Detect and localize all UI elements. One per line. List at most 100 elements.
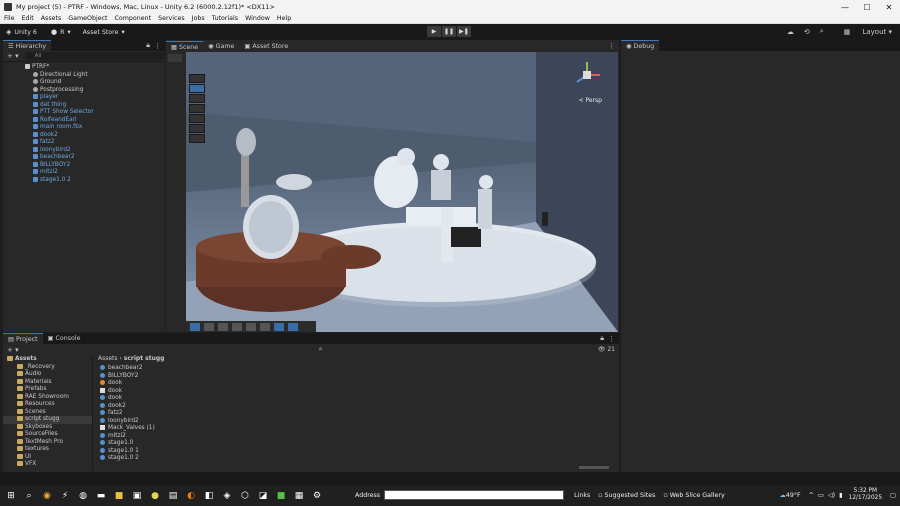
grid-tool-icon[interactable] <box>204 322 214 331</box>
tab-console[interactable]: ▣ Console <box>43 333 86 344</box>
orientation-gizmo[interactable] <box>572 60 602 90</box>
links-label[interactable]: Links <box>574 492 590 499</box>
tab-asset-store[interactable]: ▣ Asset Store <box>239 41 293 52</box>
projection-label[interactable]: < Persp <box>579 97 602 104</box>
menu-assets[interactable]: Assets <box>41 15 62 22</box>
menu-tutorials[interactable]: Tutorials <box>212 15 238 22</box>
hierarchy-item[interactable]: PTT Show Selector <box>33 109 165 117</box>
hierarchy-item[interactable]: loonybird2 <box>33 146 165 155</box>
hierarchy-item[interactable]: Ground <box>33 79 165 87</box>
hierarchy-search-input[interactable]: All <box>24 52 165 60</box>
more-options-icon[interactable]: ⋮ <box>608 42 615 50</box>
add-icon[interactable]: + ▾ <box>7 52 19 60</box>
folder-tree-item[interactable]: Scenes <box>3 408 92 417</box>
zoom-tool-icon[interactable] <box>260 322 270 331</box>
folder-tree-item[interactable]: Audio <box>3 371 92 379</box>
folder-tree-item[interactable]: script stugg <box>3 416 92 424</box>
folder-tree-item[interactable]: UI <box>3 453 92 462</box>
hierarchy-item[interactable]: beachbear2 <box>33 154 165 162</box>
asset-store-dropdown[interactable]: Asset Store ▾ <box>83 29 125 36</box>
folder-tree-item[interactable]: Resources <box>3 401 92 409</box>
r-dropdown[interactable]: ● R ▾ <box>51 28 71 36</box>
asset-list-item[interactable]: BILLYBOY2 <box>100 372 400 381</box>
app-icon[interactable]: ◪ <box>256 489 270 503</box>
breadcrumb-assets[interactable]: Assets <box>98 355 118 362</box>
scene-root[interactable]: PTRF* <box>25 64 165 72</box>
windows-start-icon[interactable]: ⊞ <box>4 489 18 503</box>
rect-tool[interactable] <box>189 114 205 123</box>
steam-icon[interactable]: ◍ <box>76 489 90 503</box>
hierarchy-item[interactable]: Directional Light <box>33 71 165 80</box>
menu-window[interactable]: Window <box>245 15 270 22</box>
hierarchy-item[interactable]: Postprocessing <box>33 86 165 95</box>
asset-list-item[interactable]: Mack_Valves (1) <box>100 425 400 433</box>
hierarchy-item[interactable]: BILLYBOY2 <box>33 161 165 170</box>
folder-tree-item[interactable]: RAE Showroom <box>3 393 92 402</box>
layout-dropdown[interactable]: ▦ Layout ▾ <box>834 28 892 36</box>
maximize-button[interactable]: ☐ <box>856 3 878 12</box>
asset-list-item[interactable]: beachbear2 <box>100 365 400 373</box>
more-options-icon[interactable]: ⋮ <box>154 42 161 50</box>
unity-icon[interactable]: ◈ <box>220 489 234 503</box>
play-button[interactable]: ▶ <box>427 26 441 37</box>
search-icon[interactable]: ⌕ <box>319 345 323 354</box>
unity-hub-icon[interactable]: ⬡ <box>238 489 252 503</box>
asset-list-item[interactable]: stage1.0 1 <box>100 447 400 456</box>
asset-list-item[interactable]: mitzi2 <box>100 432 400 441</box>
tab-hierarchy[interactable]: ☰ Hierarchy <box>3 40 52 51</box>
menu-jobs[interactable]: Jobs <box>192 15 205 22</box>
asset-list-item[interactable]: dook <box>100 380 400 388</box>
breadcrumb-current[interactable]: script stugg <box>124 355 165 362</box>
scene-viewport[interactable]: < Persp <box>186 52 618 332</box>
asset-list-item[interactable]: stage1.0 2 <box>100 455 400 463</box>
view-tool-icon[interactable] <box>190 322 200 331</box>
asset-list-item[interactable]: dook <box>100 395 400 403</box>
account-button[interactable]: ◈ Unity 6 <box>6 28 37 36</box>
step-button[interactable]: ▶❚ <box>457 26 471 37</box>
hierarchy-item[interactable]: RolfeandEarl <box>33 116 165 125</box>
hierarchy-item[interactable]: mitzi2 <box>33 169 165 177</box>
app-icon[interactable]: ▦ <box>292 489 306 503</box>
scale-tool[interactable] <box>189 104 205 113</box>
tab-debug[interactable]: ◉ Debug <box>621 40 660 51</box>
folder-tree-item[interactable]: Materials <box>3 378 92 387</box>
shading-tool-icon[interactable] <box>218 322 228 331</box>
pause-button[interactable]: ❚❚ <box>442 26 456 37</box>
more-options-icon[interactable]: ⋮ <box>608 335 615 343</box>
folder-tree-item[interactable]: VFX <box>3 461 92 469</box>
notification-icon[interactable]: ▢ <box>890 492 896 499</box>
rotate-tool[interactable] <box>189 94 205 103</box>
folder-tree-item[interactable]: Prefabs <box>3 386 92 394</box>
lock-icon[interactable]: 🔒︎ <box>146 41 150 50</box>
folder-tree-item[interactable]: Skyboxes <box>3 423 92 432</box>
settings-icon[interactable]: ⚙ <box>310 489 324 503</box>
folder-tree-item[interactable]: Assets <box>3 356 92 364</box>
menu-edit[interactable]: Edit <box>22 15 34 22</box>
close-button[interactable]: ✕ <box>878 3 900 12</box>
cloud-icon[interactable]: ☁ <box>787 28 794 36</box>
web-slice-gallery-link[interactable]: ▫ Web Slice Gallery <box>663 492 724 499</box>
tab-project[interactable]: ▤ Project <box>3 333 43 344</box>
menu-component[interactable]: Component <box>115 15 152 22</box>
gizmos-tool-icon[interactable] <box>246 322 256 331</box>
folder-tree-item[interactable]: TextMesh Pro <box>3 438 92 447</box>
folder-tree-item[interactable]: _Recovery <box>3 363 92 372</box>
app-icon[interactable]: ▤ <box>166 489 180 503</box>
hierarchy-item[interactable]: player <box>33 94 165 102</box>
icon-size-slider[interactable] <box>579 466 609 469</box>
minimize-button[interactable]: — <box>834 3 856 12</box>
hierarchy-item[interactable]: fatz2 <box>33 139 165 147</box>
address-input[interactable] <box>384 490 565 500</box>
clock[interactable]: 5:32 PM 12/17/2025 <box>849 488 882 502</box>
app-icon[interactable]: ▣ <box>130 489 144 503</box>
move-tool-icon[interactable] <box>274 322 284 331</box>
asset-list-item[interactable]: loonybird2 <box>100 417 400 426</box>
history-icon[interactable]: ⟲ <box>804 28 810 36</box>
weather-label[interactable]: 49°F <box>786 492 801 499</box>
asset-list-item[interactable]: fatz2 <box>100 410 400 418</box>
tab-game[interactable]: ◉ Game <box>203 41 239 52</box>
chrome-icon[interactable]: ◉ <box>40 489 54 503</box>
network-icon[interactable]: ▭ <box>818 492 824 499</box>
lock-icon[interactable]: 🔒︎ <box>600 334 604 343</box>
add-asset-icon[interactable]: + ▾ <box>7 346 19 354</box>
